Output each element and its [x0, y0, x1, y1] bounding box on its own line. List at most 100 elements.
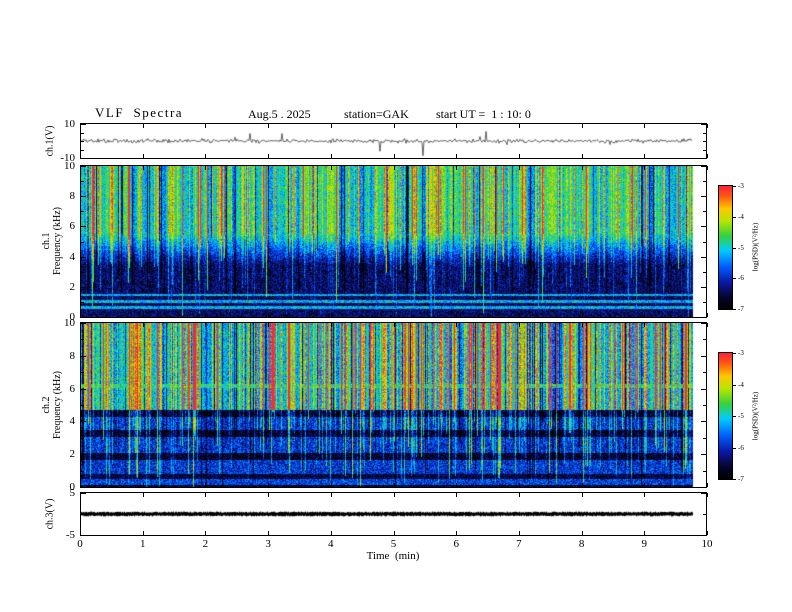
- y-tick-mark: [703, 211, 706, 213]
- ch1-spectrogram-canvas: [81, 166, 706, 317]
- x-tick-mark: [268, 154, 270, 158]
- y-tick-label: 2: [69, 280, 76, 293]
- x-tick-mark: [268, 483, 270, 487]
- x-tick-mark: [456, 531, 458, 535]
- ch1-colorbar: [718, 185, 733, 310]
- y-tick-mark: [81, 405, 84, 406]
- y-tick-mark: [701, 166, 706, 167]
- y-tick-label: -5: [65, 529, 75, 541]
- x-tick-mark: [268, 313, 270, 317]
- x-tick-mark: [456, 493, 458, 497]
- x-tick-mark: [205, 166, 207, 170]
- y-tick-mark: [703, 132, 706, 134]
- x-tick-mark: [393, 483, 395, 487]
- colorbar-tick-label: -5: [738, 412, 744, 420]
- x-tick-mark: [393, 166, 395, 170]
- x-tick-mark: [518, 493, 520, 497]
- colorbar-tick-mark: [733, 278, 736, 280]
- x-tick-mark: [581, 166, 583, 170]
- x-tick-mark: [330, 124, 332, 128]
- y-tick-mark: [81, 124, 86, 125]
- x-tick-mark: [644, 313, 646, 317]
- ch2-axis-unit: Frequency (kHz): [52, 370, 63, 440]
- colorbar-tick-mark: [733, 186, 736, 187]
- y-tick-label: 10: [64, 118, 75, 130]
- colorbar-tick-label: -4: [738, 380, 744, 389]
- ch2-frequency-axis-label: ch.2 Frequency (kHz): [41, 371, 63, 439]
- colorbar-tick-label: -3: [738, 182, 744, 190]
- x-tick-mark: [581, 154, 583, 158]
- y-tick-mark: [701, 226, 706, 228]
- x-tick-mark: [518, 166, 520, 170]
- y-tick-mark: [701, 355, 706, 357]
- y-tick-mark: [703, 301, 706, 303]
- x-tick-mark: [581, 323, 583, 327]
- ch1-waveform-canvas: [81, 124, 706, 158]
- x-tick-mark: [644, 166, 646, 170]
- x-tick-mark: [644, 124, 646, 128]
- y-tick-mark: [81, 241, 84, 243]
- colorbar-tick-label: -4: [738, 212, 744, 221]
- x-tick-mark: [644, 154, 646, 158]
- x-tick-mark: [330, 493, 332, 497]
- y-tick-mark: [81, 339, 84, 341]
- ch1-axis-unit: Frequency (kHz): [52, 206, 63, 276]
- y-tick-mark: [703, 141, 706, 142]
- x-tick-mark: [268, 124, 270, 128]
- x-tick-mark: [393, 323, 395, 327]
- ch1-voltage-axis-label: ch.1(V): [44, 125, 56, 157]
- ch2-spectrogram-canvas: [81, 323, 706, 487]
- x-tick-mark: [581, 493, 583, 497]
- x-tick-mark: [330, 483, 332, 487]
- x-tick-mark: [456, 323, 458, 327]
- y-tick-mark: [81, 317, 86, 318]
- x-tick-mark: [142, 531, 144, 535]
- y-tick-mark: [701, 421, 706, 423]
- start-ut-label: start UT = 1 : 10: 0: [436, 107, 531, 121]
- y-tick-mark: [703, 372, 706, 374]
- x-tick-mark: [456, 166, 458, 170]
- y-tick-mark: [701, 487, 706, 488]
- y-tick-mark: [701, 196, 706, 198]
- station-label: station=GAK: [344, 107, 409, 121]
- x-tick-mark: [581, 313, 583, 317]
- x-tick-label: 1: [139, 538, 146, 550]
- y-tick-mark: [701, 535, 706, 536]
- x-tick-mark: [330, 323, 332, 327]
- colorbar-tick-label: -6: [738, 274, 744, 283]
- y-tick-mark: [81, 535, 86, 536]
- x-tick-label: 2: [202, 538, 209, 550]
- x-tick-mark: [707, 166, 708, 170]
- x-tick-mark: [205, 154, 207, 158]
- y-tick-mark: [81, 323, 86, 324]
- ch1-axis-channel: ch.1: [41, 232, 52, 250]
- colorbar-tick-mark: [733, 416, 736, 417]
- x-tick-mark: [456, 483, 458, 487]
- x-tick-mark: [707, 483, 708, 487]
- colorbar-tick-label: -7: [738, 305, 744, 313]
- y-tick-mark: [81, 132, 84, 134]
- x-tick-mark: [456, 154, 458, 158]
- y-tick-mark: [703, 181, 706, 183]
- colorbar-tick-label: -7: [738, 475, 744, 483]
- y-tick-label: 2: [69, 448, 76, 461]
- ch3-waveform-canvas: [81, 493, 706, 535]
- x-tick-mark: [268, 166, 270, 170]
- x-tick-mark: [707, 154, 708, 158]
- x-tick-label: 4: [328, 538, 334, 550]
- x-tick-mark: [142, 323, 144, 327]
- colorbar-tick-label: -6: [738, 443, 744, 452]
- y-tick-mark: [81, 514, 84, 515]
- x-tick-mark: [205, 124, 207, 128]
- ch2-spectrogram-panel: [80, 322, 707, 488]
- y-tick-mark: [81, 421, 86, 423]
- x-tick-mark: [330, 531, 332, 535]
- x-tick-label: 0: [77, 538, 83, 550]
- y-tick-label: 10: [64, 317, 75, 329]
- x-tick-mark: [205, 493, 207, 497]
- x-tick-mark: [456, 124, 458, 128]
- y-tick-mark: [81, 470, 84, 472]
- x-tick-mark: [518, 323, 520, 327]
- x-tick-mark: [707, 313, 708, 317]
- x-tick-mark: [644, 531, 646, 535]
